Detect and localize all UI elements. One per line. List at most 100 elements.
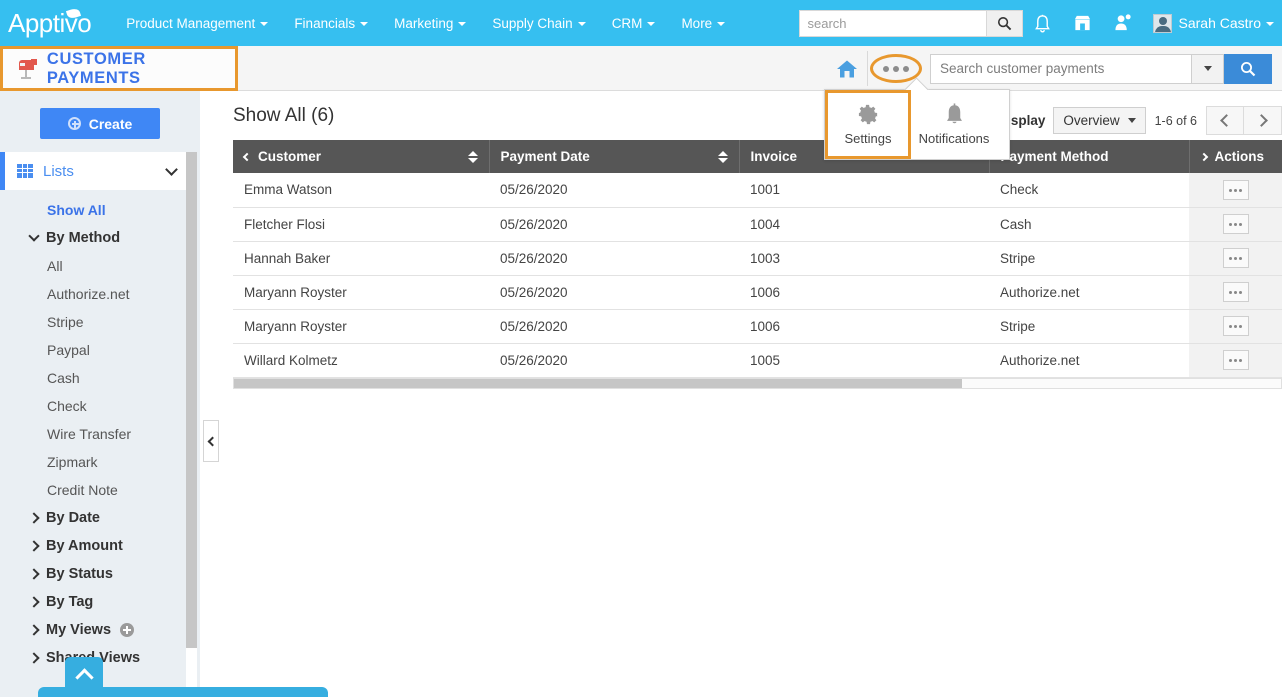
- store-button[interactable]: [1063, 0, 1103, 46]
- app-search-button[interactable]: [1224, 53, 1272, 84]
- row-actions-button[interactable]: [1222, 180, 1249, 200]
- sidebar-scrollbar-thumb[interactable]: [186, 152, 197, 648]
- popup-item-settings[interactable]: Settings: [825, 90, 911, 159]
- column-header-payment-method[interactable]: Payment Method: [989, 140, 1190, 173]
- sidebar-item-label: Credit Note: [47, 482, 118, 498]
- column-header-customer[interactable]: Customer: [233, 140, 490, 173]
- sidebar-item-by-date[interactable]: By Date: [0, 504, 200, 532]
- top-right-controls: Sarah Castro: [798, 0, 1274, 46]
- sidebar-item-my-views[interactable]: My Views: [0, 616, 200, 644]
- column-header-payment-date[interactable]: Payment Date: [489, 140, 740, 173]
- display-view-select[interactable]: Overview: [1053, 107, 1146, 134]
- cell-actions: [1189, 241, 1282, 276]
- menu-more[interactable]: More: [668, 10, 738, 37]
- menu-label: More: [681, 15, 713, 31]
- chevron-down-icon: [360, 21, 369, 26]
- page-title-container: CUSTOMER PAYMENTS: [0, 46, 238, 91]
- cell-payment-method: Check: [989, 173, 1189, 208]
- cell-customer[interactable]: Fletcher Flosi: [233, 207, 489, 242]
- sidebar-item-all[interactable]: All: [0, 252, 200, 280]
- cell-invoice: 1001: [739, 173, 989, 208]
- global-search-button[interactable]: [985, 10, 1022, 36]
- sort-icon[interactable]: [717, 150, 728, 163]
- sidebar-item-wire-transfer[interactable]: Wire Transfer: [0, 420, 200, 448]
- row-actions-button[interactable]: [1222, 248, 1249, 269]
- chevron-left-icon: [242, 153, 252, 162]
- table-row[interactable]: Maryann Royster 05/26/2020 1006 Stripe: [233, 309, 1282, 344]
- popup-item-notifications[interactable]: Notifications: [911, 90, 997, 159]
- menu-supply-chain[interactable]: Supply Chain: [479, 10, 598, 37]
- cell-customer[interactable]: Willard Kolmetz: [233, 343, 489, 378]
- sidebar-item-by-tag[interactable]: By Tag: [0, 588, 200, 616]
- row-actions-button[interactable]: [1222, 316, 1249, 337]
- cell-customer[interactable]: Hannah Baker: [233, 241, 489, 276]
- user-name-menu[interactable]: Sarah Castro: [1179, 15, 1274, 31]
- avatar[interactable]: [1152, 13, 1172, 33]
- sidebar-item-by-amount[interactable]: By Amount: [0, 532, 200, 560]
- sidebar-item-paypal[interactable]: Paypal: [0, 336, 200, 364]
- plus-circle-icon: [67, 117, 81, 130]
- column-label: Actions: [1214, 149, 1265, 164]
- apptivo-logo[interactable]: Apptivo: [8, 6, 97, 39]
- table-row[interactable]: Willard Kolmetz 05/26/2020 1005 Authoriz…: [233, 343, 1282, 378]
- notifications-bell-button[interactable]: [1023, 0, 1063, 46]
- chevron-right-icon: [28, 596, 40, 608]
- sidebar-item-show-all[interactable]: Show All: [0, 196, 200, 224]
- apptivo-app: Apptivo Product Management Financials Ma…: [0, 0, 1282, 697]
- app-search-input[interactable]: [931, 54, 1191, 83]
- sidebar-item-authorize-net[interactable]: Authorize.net: [0, 280, 200, 308]
- global-search: [798, 9, 1023, 37]
- sidebar-collapse-button[interactable]: [203, 420, 219, 462]
- menu-label: Financials: [294, 15, 356, 31]
- table-row[interactable]: Maryann Royster 05/26/2020 1006 Authoriz…: [233, 275, 1282, 310]
- cell-payment-date: 05/26/2020: [489, 343, 739, 378]
- cell-customer[interactable]: Maryann Royster: [233, 275, 489, 310]
- cell-customer[interactable]: Maryann Royster: [233, 309, 489, 344]
- search-icon: [997, 16, 1011, 30]
- column-label: Customer: [258, 149, 322, 164]
- sidebar-item-by-method[interactable]: By Method: [0, 224, 200, 252]
- row-actions-button[interactable]: [1222, 214, 1249, 235]
- menu-marketing[interactable]: Marketing: [381, 10, 479, 37]
- app-toolbar: [826, 51, 1272, 86]
- sidebar-item-credit-note[interactable]: Credit Note: [0, 476, 200, 504]
- cell-payment-date: 05/26/2020: [489, 173, 739, 208]
- sidebar-item-stripe[interactable]: Stripe: [0, 308, 200, 336]
- cell-actions: [1189, 207, 1282, 242]
- chevron-down-icon: [1203, 66, 1212, 71]
- sidebar-item-zipmark[interactable]: Zipmark: [0, 448, 200, 476]
- scroll-to-top-button[interactable]: [65, 657, 103, 697]
- sidebar-lists-header[interactable]: Lists: [0, 152, 188, 190]
- search-icon: [1241, 61, 1256, 76]
- cell-customer[interactable]: Emma Watson: [233, 173, 489, 208]
- pagination-next-button[interactable]: [1244, 106, 1282, 135]
- create-button[interactable]: Create: [40, 108, 160, 139]
- menu-financials[interactable]: Financials: [281, 10, 381, 37]
- app-search-dropdown[interactable]: [1191, 54, 1223, 83]
- row-actions-button[interactable]: [1222, 282, 1249, 303]
- column-header-actions[interactable]: Actions: [1189, 140, 1282, 173]
- sort-icon[interactable]: [467, 150, 478, 163]
- row-actions-button[interactable]: [1222, 350, 1249, 371]
- add-user-button[interactable]: [1103, 0, 1143, 46]
- sidebar-item-label: Authorize.net: [47, 286, 130, 302]
- menu-label: Product Management: [126, 15, 256, 31]
- table-row[interactable]: Emma Watson 05/26/2020 1001 Check: [233, 173, 1282, 208]
- menu-crm[interactable]: CRM: [599, 10, 669, 37]
- table-horizontal-scrollbar[interactable]: [233, 377, 1282, 389]
- table-row[interactable]: Fletcher Flosi 05/26/2020 1004 Cash: [233, 207, 1282, 242]
- menu-product-management[interactable]: Product Management: [113, 10, 281, 37]
- home-button[interactable]: [826, 51, 868, 86]
- sidebar-item-by-status[interactable]: By Status: [0, 560, 200, 588]
- chevron-down-icon: [458, 21, 467, 26]
- sidebar-item-cash[interactable]: Cash: [0, 364, 200, 392]
- sidebar-item-check[interactable]: Check: [0, 392, 200, 420]
- global-search-input[interactable]: [799, 10, 986, 36]
- pagination-prev-button[interactable]: [1206, 106, 1244, 135]
- home-icon: [836, 60, 857, 77]
- column-label: Invoice: [750, 149, 798, 164]
- table-row[interactable]: Hannah Baker 05/26/2020 1003 Stripe: [233, 241, 1282, 276]
- add-view-icon[interactable]: [120, 623, 135, 637]
- cell-payment-method: Authorize.net: [989, 275, 1189, 310]
- table-scrollbar-thumb[interactable]: [234, 378, 962, 388]
